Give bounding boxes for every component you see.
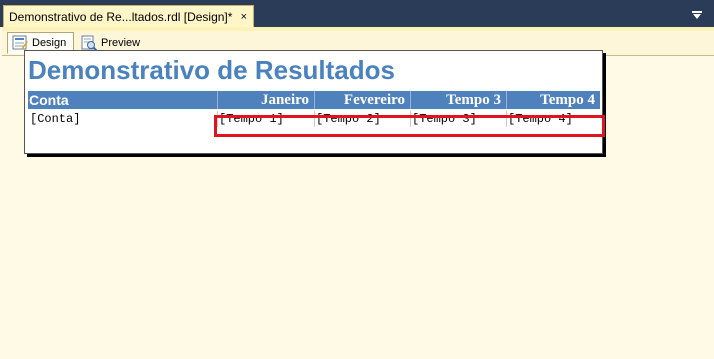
tab-design-label: Design: [32, 37, 67, 49]
detail-cell-tempo-3[interactable]: [Tempo 3]: [410, 111, 506, 127]
tab-preview-label: Preview: [101, 37, 141, 49]
design-view-icon: [12, 35, 28, 50]
header-cell-conta[interactable]: Conta: [29, 91, 217, 109]
chevron-down-icon: [692, 11, 702, 19]
detail-cell-tempo-2[interactable]: [Tempo 2]: [314, 111, 410, 127]
toolbar-accent-strip: [2, 27, 714, 31]
document-tab[interactable]: Demonstrativo de Re...ltados.rdl [Design…: [3, 5, 254, 27]
header-cell-fevereiro[interactable]: Fevereiro: [314, 91, 410, 109]
close-tab-button[interactable]: ×: [241, 11, 247, 23]
header-cell-tempo-4[interactable]: Tempo 4: [506, 91, 600, 109]
tablix-detail-row: [Conta] [Tempo 1] [Tempo 2] [Tempo 3] [T…: [28, 110, 600, 127]
header-cell-janeiro[interactable]: Janeiro: [217, 91, 314, 109]
window-list-dropdown[interactable]: [690, 10, 704, 20]
report-title[interactable]: Demonstrativo de Resultados: [28, 55, 395, 86]
document-tab-title: Demonstrativo de Re...ltados.rdl [Design…: [9, 9, 233, 24]
detail-cell-tempo-1[interactable]: [Tempo 1]: [217, 111, 314, 127]
detail-cell-conta[interactable]: [Conta]: [29, 111, 217, 127]
preview-icon: [81, 35, 97, 51]
tablix-header-row: Conta Janeiro Fevereiro Tempo 3 Tempo 4: [28, 91, 600, 109]
detail-cell-tempo-4[interactable]: [Tempo 4]: [506, 111, 600, 127]
header-cell-tempo-3[interactable]: Tempo 3: [410, 91, 506, 109]
report-body[interactable]: Demonstrativo de Resultados Conta Janeir…: [24, 50, 603, 154]
